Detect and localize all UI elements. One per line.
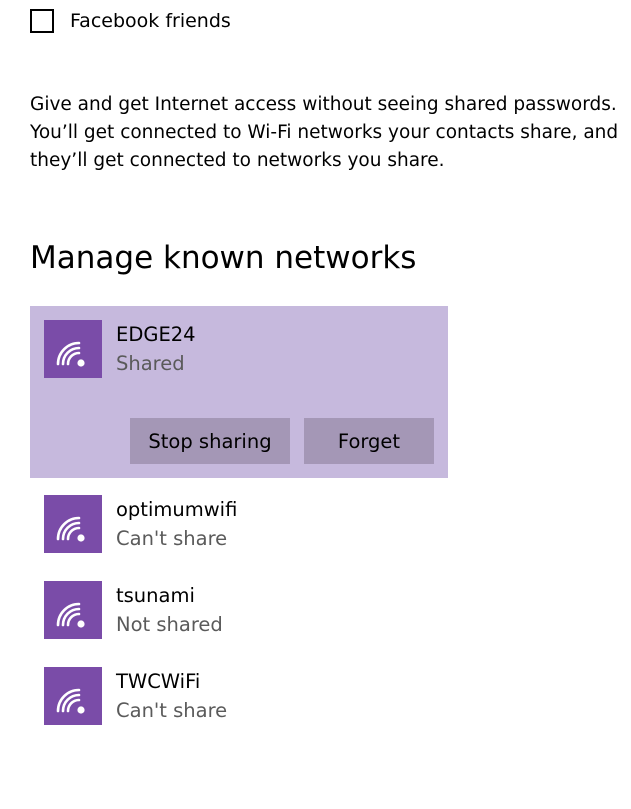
- forget-button[interactable]: Forget: [304, 418, 434, 464]
- network-name: EDGE24: [116, 323, 196, 346]
- description-line-1: Give and get Internet access without see…: [30, 94, 617, 115]
- facebook-friends-checkbox[interactable]: [30, 9, 54, 33]
- network-status: Not shared: [116, 613, 223, 636]
- wifi-icon: [44, 667, 102, 725]
- wifi-icon: [44, 320, 102, 378]
- network-name: optimumwifi: [116, 498, 238, 521]
- description-line-2: You’ll get connected to Wi-Fi networks y…: [30, 122, 619, 143]
- network-status: Can't share: [116, 699, 228, 722]
- wifi-sense-settings-page: Facebook friends Give and get Internet a…: [0, 0, 631, 809]
- sharing-description: Give and get Internet access without see…: [30, 91, 631, 175]
- description-line-3: they’ll get connected to networks you sh…: [30, 150, 445, 171]
- network-item-tsunami[interactable]: tsunami Not shared: [30, 567, 448, 653]
- network-name: TWCWiFi: [116, 670, 201, 693]
- manage-known-networks-title: Manage known networks: [30, 240, 417, 276]
- facebook-friends-option[interactable]: Facebook friends: [30, 9, 231, 33]
- network-item-edge24[interactable]: EDGE24 Shared Stop sharing Forget: [30, 306, 448, 478]
- wifi-icon: [44, 581, 102, 639]
- network-status: Shared: [116, 352, 185, 375]
- wifi-icon: [44, 495, 102, 553]
- stop-sharing-button[interactable]: Stop sharing: [130, 418, 290, 464]
- network-status: Can't share: [116, 527, 228, 550]
- facebook-friends-label[interactable]: Facebook friends: [70, 9, 231, 33]
- network-name: tsunami: [116, 584, 195, 607]
- network-item-optimumwifi[interactable]: optimumwifi Can't share: [30, 481, 448, 567]
- network-item-twcwifi[interactable]: TWCWiFi Can't share: [30, 653, 448, 739]
